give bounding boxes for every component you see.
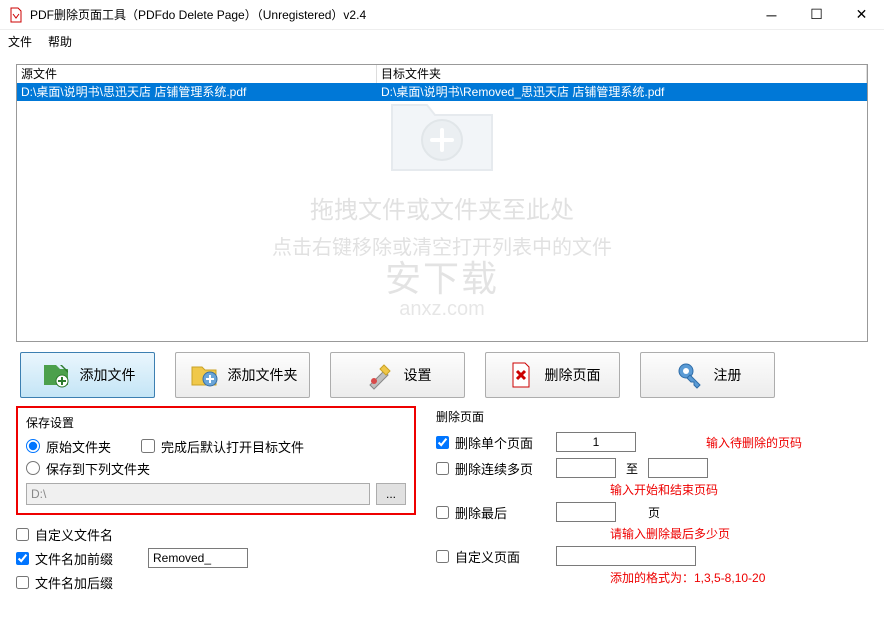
menubar: 文件 帮助 [0, 30, 884, 52]
range-to-label: 至 [626, 460, 638, 477]
add-folder-icon-btn [188, 359, 220, 391]
save-settings-group: 保存设置 原始文件夹 完成后默认打开目标文件 保存到下列文件夹 [16, 406, 416, 515]
range-hint: 输入开始和结束页码 [436, 481, 868, 499]
titlebar: PDF删除页面工具（PDFdo Delete Page）（Unregistere… [0, 0, 884, 30]
header-target[interactable]: 目标文件夹 [377, 65, 867, 83]
check-delete-single[interactable]: 删除单个页面 [436, 433, 546, 452]
drop-hint-line1: 拖拽文件或文件夹至此处 [272, 190, 612, 225]
watermark-brand: 安下载 anxz.com [385, 250, 499, 321]
file-list-area[interactable]: 源文件 目标文件夹 D:\桌面\说明书\思迅天店 店铺管理系统.pdf D:\桌… [16, 64, 868, 342]
single-page-input[interactable] [556, 432, 636, 452]
menu-help[interactable]: 帮助 [48, 33, 72, 50]
add-folder-label: 添加文件夹 [228, 365, 298, 385]
file-list-header: 源文件 目标文件夹 [17, 65, 867, 83]
last-hint: 请输入删除最后多少页 [436, 525, 868, 543]
maximize-button[interactable]: ☐ [794, 0, 839, 30]
prefix-input[interactable] [148, 548, 248, 568]
add-file-button[interactable]: 添加文件 [20, 352, 155, 398]
drop-hint-line2: 点击右键移除或清空打开列表中的文件 [272, 231, 612, 260]
single-hint: 输入待删除的页码 [706, 434, 802, 451]
settings-label: 设置 [404, 365, 432, 385]
delete-page-icon [505, 359, 537, 391]
radio-original-folder[interactable]: 原始文件夹 [26, 435, 111, 457]
last-unit: 页 [648, 504, 660, 521]
range-end-input[interactable] [648, 458, 708, 478]
close-button[interactable]: ✕ [839, 0, 884, 30]
menu-file[interactable]: 文件 [8, 33, 32, 50]
browse-button[interactable]: ... [376, 483, 406, 505]
register-icon [674, 359, 706, 391]
check-custom-name[interactable]: 自定义文件名 [16, 525, 136, 544]
file-source: D:\桌面\说明书\思迅天店 店铺管理系统.pdf [17, 83, 377, 101]
delete-page-label: 删除页面 [545, 365, 601, 385]
check-suffix[interactable]: 文件名加后缀 [16, 573, 136, 592]
last-pages-input[interactable] [556, 502, 616, 522]
file-row[interactable]: D:\桌面\说明书\思迅天店 店铺管理系统.pdf D:\桌面\说明书\Remo… [17, 83, 867, 101]
add-file-label: 添加文件 [80, 365, 136, 385]
toolbar: 添加文件 添加文件夹 设置 删除页面 注册 [16, 352, 868, 398]
app-icon [8, 7, 24, 23]
header-source[interactable]: 源文件 [17, 65, 377, 83]
register-button[interactable]: 注册 [640, 352, 775, 398]
custom-pages-input[interactable] [556, 546, 696, 566]
drop-hint: 拖拽文件或文件夹至此处 点击右键移除或清空打开列表中的文件 [272, 80, 612, 260]
filename-options: 自定义文件名 文件名加前缀 文件名加后缀 [16, 523, 416, 593]
radio-save-to-folder[interactable]: 保存到下列文件夹 [26, 457, 406, 479]
register-label: 注册 [714, 365, 742, 385]
custom-hint: 添加的格式为：1,3,5-8,10-20 [436, 569, 868, 587]
range-start-input[interactable] [556, 458, 616, 478]
check-delete-range[interactable]: 删除连续多页 [436, 459, 546, 478]
check-custom-pages[interactable]: 自定义页面 [436, 547, 546, 566]
add-folder-button[interactable]: 添加文件夹 [175, 352, 310, 398]
save-settings-title: 保存设置 [26, 414, 406, 431]
file-target: D:\桌面\说明书\Removed_思迅天店 店铺管理系统.pdf [377, 83, 867, 101]
delete-settings-group: 删除页面 删除单个页面 输入待删除的页码 删除连续多页 [432, 406, 868, 587]
check-open-after[interactable]: 完成后默认打开目标文件 [141, 435, 304, 457]
settings-button[interactable]: 设置 [330, 352, 465, 398]
delete-settings-title: 删除页面 [436, 408, 868, 425]
settings-icon [364, 359, 396, 391]
delete-page-button[interactable]: 删除页面 [485, 352, 620, 398]
add-file-icon [40, 359, 72, 391]
check-prefix[interactable]: 文件名加前缀 [16, 549, 136, 568]
save-path-input [26, 483, 370, 505]
minimize-button[interactable]: ─ [749, 0, 794, 30]
window-title: PDF删除页面工具（PDFdo Delete Page）（Unregistere… [30, 6, 749, 23]
check-delete-last[interactable]: 删除最后 [436, 503, 546, 522]
